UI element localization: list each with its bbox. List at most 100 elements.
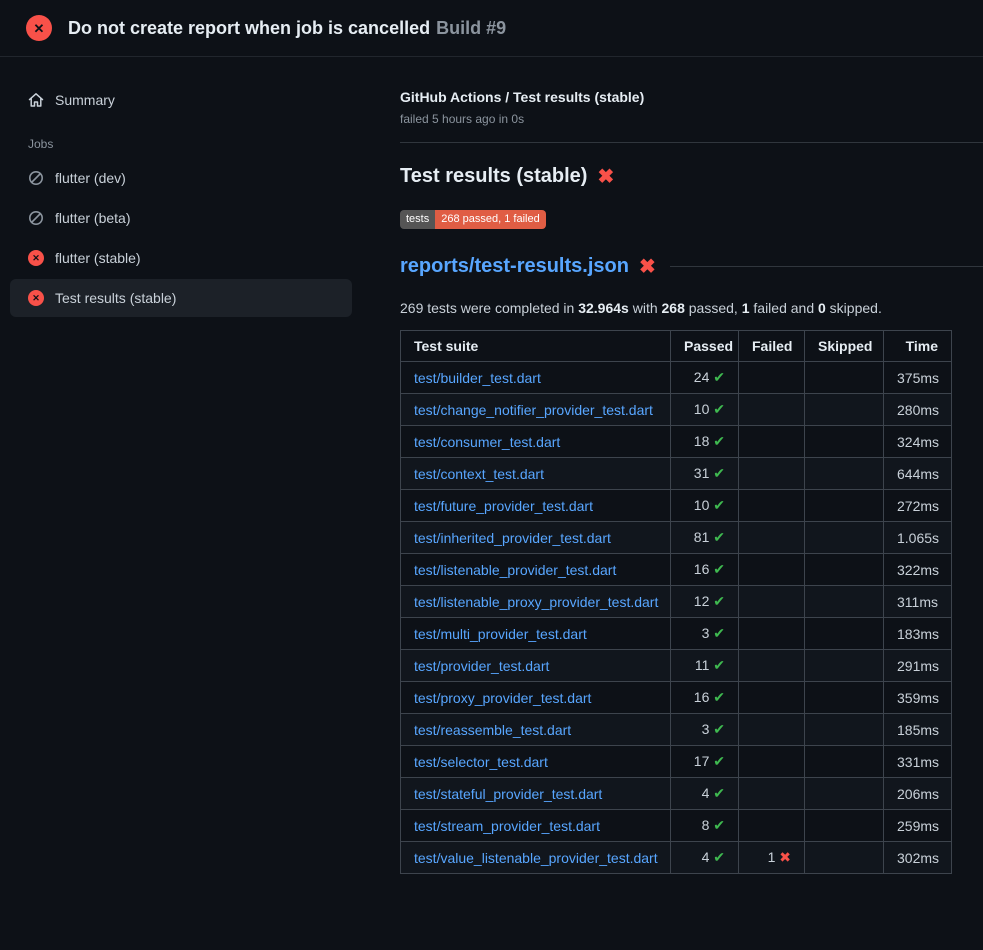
summary-line: 269 tests were completed in 32.964s with… (400, 300, 983, 316)
test-suite-link[interactable]: test/listenable_provider_test.dart (414, 562, 616, 578)
count: 4 (702, 785, 710, 801)
suite-cell: test/future_provider_test.dart (401, 490, 671, 522)
check-icon: ✔ (713, 689, 725, 705)
skipped-cell (805, 490, 884, 522)
suite-cell: test/consumer_test.dart (401, 426, 671, 458)
check-icon: ✔ (713, 753, 725, 769)
test-suite-link[interactable]: test/reassemble_test.dart (414, 722, 571, 738)
test-suite-link[interactable]: test/context_test.dart (414, 466, 544, 482)
failed-cell (739, 618, 805, 650)
test-suite-link[interactable]: test/value_listenable_provider_test.dart (414, 850, 658, 866)
summary-number: 0 (818, 300, 826, 316)
time-cell: 359ms (884, 682, 952, 714)
failed-cell (739, 714, 805, 746)
skipped-cell (805, 810, 884, 842)
table-row: test/stream_provider_test.dart 8 ✔ 259ms (401, 810, 952, 842)
suite-cell: test/change_notifier_provider_test.dart (401, 394, 671, 426)
test-suite-link[interactable]: test/provider_test.dart (414, 658, 549, 674)
results-table: Test suitePassedFailedSkippedTime test/b… (400, 330, 952, 874)
table-header-row: Test suitePassedFailedSkippedTime (401, 331, 952, 362)
sidebar-item-job[interactable]: ✕Test results (stable) (10, 279, 352, 317)
suite-cell: test/selector_test.dart (401, 746, 671, 778)
summary-text: with (629, 300, 662, 316)
passed-cell: 12 ✔ (671, 586, 739, 618)
failed-cell (739, 490, 805, 522)
count: 3 (702, 721, 710, 737)
summary-label: Summary (55, 92, 115, 108)
summary-text: 269 tests were completed in (400, 300, 578, 316)
sidebar-item-job[interactable]: ✕flutter (stable) (10, 239, 352, 277)
table-row: test/selector_test.dart17 ✔331ms (401, 746, 952, 778)
sidebar-item-summary[interactable]: Summary (10, 81, 352, 119)
check-icon: ✔ (713, 849, 725, 865)
time-cell: 183ms (884, 618, 952, 650)
test-suite-link[interactable]: test/builder_test.dart (414, 370, 541, 386)
failed-cell (739, 778, 805, 810)
x-circle-icon: ✕ (26, 15, 52, 41)
report-link[interactable]: reports/test-results.json (400, 255, 629, 278)
check-title-label: Test results (stable) (400, 165, 587, 188)
home-icon (28, 92, 44, 108)
sidebar-item-job[interactable]: flutter (beta) (10, 199, 352, 237)
table-row: test/context_test.dart31 ✔644ms (401, 458, 952, 490)
table-row: test/value_listenable_provider_test.dart… (401, 842, 952, 874)
test-suite-link[interactable]: test/stateful_provider_test.dart (414, 786, 602, 802)
sidebar: Summary Jobs flutter (dev)flutter (beta)… (0, 57, 390, 950)
summary-number: 268 (662, 300, 685, 316)
check-icon: ✔ (713, 369, 725, 385)
failed-x-icon: ✖ (639, 257, 656, 277)
divider (400, 142, 983, 143)
run-status: failed 5 hours ago in 0s (400, 112, 983, 126)
sidebar-item-job[interactable]: flutter (dev) (10, 159, 352, 197)
count: 17 (694, 753, 710, 769)
suite-cell: test/builder_test.dart (401, 362, 671, 394)
header: ✕ Do not create report when job is cance… (0, 0, 983, 57)
time-cell: 280ms (884, 394, 952, 426)
time-cell: 302ms (884, 842, 952, 874)
test-suite-link[interactable]: test/proxy_provider_test.dart (414, 690, 591, 706)
failed-cell (739, 746, 805, 778)
summary-number: 32.964s (578, 300, 629, 316)
passed-cell: 16 ✔ (671, 682, 739, 714)
passed-cell: 24 ✔ (671, 362, 739, 394)
check-icon: ✔ (713, 817, 725, 833)
page-title: Do not create report when job is cancell… (68, 18, 506, 39)
suite-cell: test/multi_provider_test.dart (401, 618, 671, 650)
test-suite-link[interactable]: test/stream_provider_test.dart (414, 818, 600, 834)
test-suite-link[interactable]: test/inherited_provider_test.dart (414, 530, 611, 546)
circle-slash-icon (28, 210, 44, 226)
passed-cell: 8 ✔ (671, 810, 739, 842)
passed-cell: 31 ✔ (671, 458, 739, 490)
test-suite-link[interactable]: test/selector_test.dart (414, 754, 548, 770)
check-icon: ✔ (713, 433, 725, 449)
test-suite-link[interactable]: test/future_provider_test.dart (414, 498, 593, 514)
check-icon: ✔ (713, 401, 725, 417)
passed-cell: 3 ✔ (671, 714, 739, 746)
skipped-cell (805, 714, 884, 746)
failed-cell (739, 554, 805, 586)
table-row: test/listenable_provider_test.dart16 ✔32… (401, 554, 952, 586)
column-header: Failed (739, 331, 805, 362)
check-run-page: ✕ Do not create report when job is cance… (0, 0, 983, 950)
test-suite-link[interactable]: test/multi_provider_test.dart (414, 626, 587, 642)
table-row: test/proxy_provider_test.dart 16 ✔ 359ms (401, 682, 952, 714)
time-cell: 322ms (884, 554, 952, 586)
skipped-cell (805, 362, 884, 394)
breadcrumb: GitHub Actions / Test results (stable) (400, 89, 983, 105)
table-row: test/builder_test.dart24 ✔375ms (401, 362, 952, 394)
test-suite-link[interactable]: test/change_notifier_provider_test.dart (414, 402, 653, 418)
test-suite-link[interactable]: test/listenable_proxy_provider_test.dart (414, 594, 658, 610)
passed-cell: 18 ✔ (671, 426, 739, 458)
skipped-cell (805, 394, 884, 426)
passed-cell: 4 ✔ (671, 778, 739, 810)
count: 3 (702, 625, 710, 641)
test-suite-link[interactable]: test/consumer_test.dart (414, 434, 560, 450)
table-row: test/provider_test.dart11 ✔291ms (401, 650, 952, 682)
run-title: Do not create report when job is cancell… (68, 18, 430, 38)
tests-badge: tests 268 passed, 1 failed (400, 210, 546, 229)
time-cell: 259ms (884, 810, 952, 842)
suite-cell: test/provider_test.dart (401, 650, 671, 682)
check-icon: ✔ (713, 593, 725, 609)
suite-cell: test/proxy_provider_test.dart (401, 682, 671, 714)
column-header: Passed (671, 331, 739, 362)
